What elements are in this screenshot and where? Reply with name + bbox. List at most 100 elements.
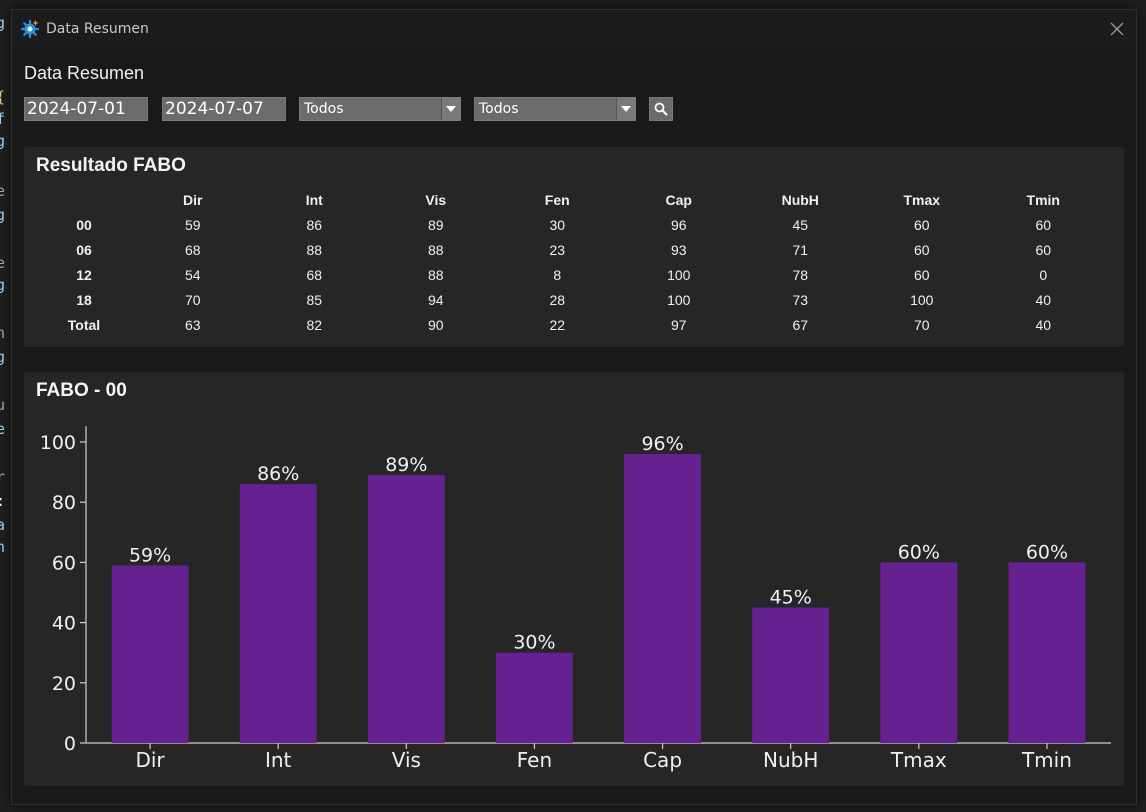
table-cell: 68 [184,241,201,258]
table-cell: 30 [549,216,566,233]
table-cell: 82 [306,316,323,333]
bar [624,454,701,743]
table-cell: 100 [910,291,934,308]
bar [752,607,830,743]
search-icon [654,102,668,116]
table-title: Resultado FABO [36,155,186,176]
table-cell: 60 [1035,216,1052,233]
bar [1008,562,1086,743]
table-cell: 89 [427,216,444,233]
bar [367,475,445,743]
y-tick-label: 100 [40,432,76,454]
y-tick-label: 60 [52,552,76,574]
close-icon [1110,22,1124,36]
data-resumen-window: Data Resumen Data Resumen 2024-07-01 202… [11,9,1137,805]
row-header: 06 [76,241,92,258]
table-cell: 71 [792,241,809,258]
date-from-input[interactable]: 2024-07-01 [24,97,148,121]
x-tick-label: Tmin [1021,748,1072,772]
select-station-value: Todos [304,101,344,117]
y-tick-label: 0 [64,733,76,755]
table-cell: 94 [427,291,444,308]
table-header-row: Dir Int Vis Fen Cap NubH Tmax Tmin [36,187,1104,212]
y-tick-label: 40 [52,613,76,635]
chevron-down-icon[interactable] [616,98,635,120]
column-header: Tmax [903,191,941,208]
bar-data-label: 60% [898,541,940,563]
table-cell: 88 [427,266,444,283]
bar-data-label: 45% [770,587,812,609]
column-header: Cap [665,191,692,208]
results-table-panel: Resultado FABO Dir Int Vis Fen Cap NubH … [24,147,1124,347]
table-row: 18 70 85 94 28 100 73 100 40 [36,287,1104,312]
x-tick-label: Int [265,748,292,772]
bar-chart: 0 20 40 60 80 100 59% Dir 86% Int 89% Vis 30% Fen 96% C… [40,426,1111,772]
bar-data-label: 89% [385,454,427,476]
x-tick-label: Vis [392,748,421,772]
table-cell: 45 [792,216,809,233]
bar [239,484,317,743]
table-cell: 88 [306,241,323,258]
x-tick-label: Fen [517,748,552,772]
table-cell: 100 [667,266,691,283]
table-cell: 78 [792,266,809,283]
table-cell: 85 [306,291,323,308]
bar [496,652,573,743]
y-tick-label: 80 [52,492,76,514]
select-station[interactable]: Todos [299,97,461,121]
column-header: Vis [425,191,447,208]
bar [880,562,958,743]
column-header-corner [36,187,132,212]
select-variable[interactable]: Todos [474,97,636,121]
table-row: 06 68 88 88 23 93 71 60 60 [36,237,1104,262]
table-row-total: Total 63 82 90 22 97 67 70 40 [36,312,1104,337]
chevron-down-icon[interactable] [441,98,460,120]
search-button[interactable] [649,97,673,121]
table-cell: 100 [667,291,691,308]
table-cell: 67 [792,316,809,333]
table-cell: 54 [184,266,201,283]
table-cell: 40 [1035,316,1052,333]
table-row: 00 59 86 89 30 96 45 60 60 [36,212,1104,237]
column-header: Dir [183,191,203,208]
table-cell: 60 [913,216,930,233]
close-button[interactable] [1104,16,1130,42]
table-cell: 59 [184,216,201,233]
results-table: Dir Int Vis Fen Cap NubH Tmax Tmin 00 59… [36,187,1104,337]
table-cell: 86 [306,216,323,233]
page-heading: Data Resumen [24,63,145,83]
bar [111,565,189,743]
table-cell: 28 [549,291,566,308]
row-header: Total [67,316,101,333]
table-cell: 88 [427,241,444,258]
table-cell: 68 [306,266,323,283]
bar-data-label: 60% [1026,541,1068,563]
table-cell: 60 [913,241,930,258]
row-header: 18 [76,291,92,308]
x-tick-label: Cap [643,748,682,772]
row-header: 00 [76,216,92,233]
table-cell: 70 [184,291,201,308]
x-tick-label: NubH [763,748,818,772]
table-cell: 93 [670,241,687,258]
bar-data-label: 96% [641,433,683,455]
date-to-input[interactable]: 2024-07-07 [162,97,286,121]
bar-data-label: 86% [257,463,299,485]
table-cell: 96 [670,216,687,233]
column-header: Tmin [1026,191,1060,208]
table-cell: 90 [427,316,444,333]
table-cell: 23 [549,241,566,258]
table-row: 12 54 68 88 8 100 78 60 0 [36,262,1104,287]
column-header: Fen [544,191,570,208]
table-cell: 8 [553,266,562,283]
bar-data-label: 30% [513,632,555,654]
table-cell: 73 [792,291,809,308]
chart-panel: FABO - 00 0 20 40 60 80 100 59% Dir 86% Int 89% Vis… [24,372,1124,786]
column-header: NubH [781,191,819,208]
x-tick-label: Dir [135,748,165,772]
table-cell: 60 [1035,241,1052,258]
table-cell: 70 [913,316,930,333]
column-header: Int [305,191,323,208]
table-cell: 60 [913,266,930,283]
table-cell: 0 [1039,266,1048,283]
